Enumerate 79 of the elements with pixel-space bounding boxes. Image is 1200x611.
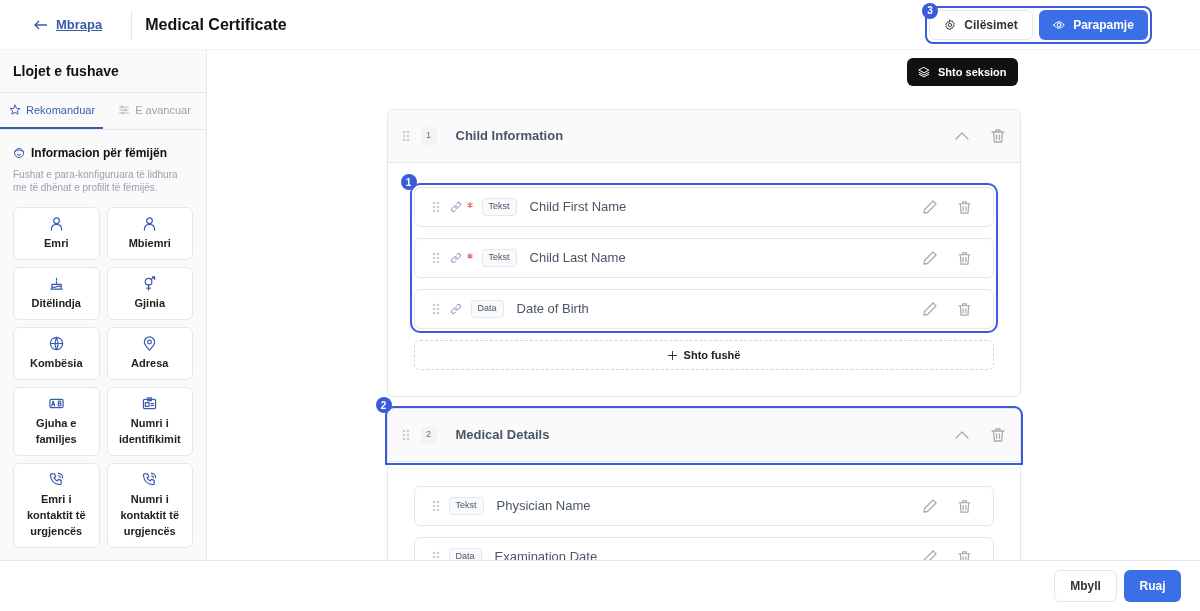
phone-icon [142, 472, 158, 487]
drag-handle-icon[interactable] [401, 429, 410, 441]
field-type-card[interactable]: Ditëlindja [13, 267, 100, 320]
step-number-badge: 2 [375, 397, 392, 413]
delete-icon [956, 199, 972, 215]
location-pin-icon [142, 336, 158, 351]
field-type-card[interactable]: Mbiemri [106, 207, 193, 260]
delete-icon [956, 301, 972, 317]
field-type-tag: Data [470, 300, 504, 318]
star-icon [9, 104, 21, 116]
delete-icon [989, 427, 1006, 443]
field-label: Child Last Name [529, 249, 627, 268]
field-type-card[interactable]: Numri i identifikimit [106, 387, 193, 456]
id-card-icon [142, 396, 158, 411]
field-type-card[interactable]: Gjuha e familjes [13, 387, 100, 456]
drag-handle-icon[interactable] [431, 500, 440, 512]
field-type-card[interactable]: Emri [13, 207, 100, 260]
field-type-tag: Tekst [448, 497, 484, 515]
field-label: Physician Name [496, 497, 592, 516]
globe-icon [48, 336, 64, 351]
add-section-button[interactable]: Shto seksion [907, 58, 1018, 86]
child-face-icon [13, 147, 25, 159]
section-number: 1 [420, 127, 437, 145]
field-type-tag: Tekst [481, 198, 517, 216]
field-type-card[interactable]: Emri i kontaktit të urgjencës [13, 463, 100, 548]
edit-icon [921, 199, 938, 215]
delete-icon [989, 128, 1006, 144]
group-title: Informacion për fëmijën [31, 145, 168, 162]
step-number-badge: 3 [922, 2, 938, 19]
edit-icon [921, 549, 938, 560]
add-field-button[interactable]: Shto fushë [413, 340, 994, 370]
save-button[interactable]: Ruaj [1124, 570, 1181, 602]
field-row[interactable]: Tekst Child Last Name [413, 238, 994, 278]
section-title: Medical Details [455, 426, 551, 445]
field-row[interactable]: Tekst Physician Name [413, 486, 994, 526]
section-header[interactable]: 1 Child Information [387, 110, 1020, 163]
sidebar-tab[interactable]: Rekomanduar [0, 93, 103, 129]
step-number-badge: 1 [400, 174, 417, 190]
sliders-icon [118, 104, 131, 116]
settings-icon [944, 18, 957, 31]
person-icon [142, 216, 158, 231]
section-number: 2 [420, 426, 437, 444]
field-type-card[interactable]: Adresa [106, 327, 193, 380]
plus-icon [666, 349, 678, 361]
field-type-tag: Tekst [481, 249, 517, 267]
field-type-card[interactable]: Gjinia [106, 267, 193, 320]
cake-icon [48, 276, 64, 291]
drag-handle-icon[interactable] [431, 303, 440, 315]
eye-icon [1053, 18, 1066, 31]
field-type-tag: Data [448, 548, 482, 560]
sidebar-title: Llojet e fushave [0, 50, 206, 93]
back-link[interactable]: Mbrapa [34, 14, 103, 35]
person-icon [48, 216, 64, 231]
field-row[interactable]: Data Date of Birth [413, 289, 994, 329]
drag-handle-icon[interactable] [431, 252, 440, 264]
language-card-icon [48, 396, 64, 411]
delete-icon [956, 250, 972, 266]
field-type-card[interactable]: Kombësia [13, 327, 100, 380]
drag-handle-icon[interactable] [431, 201, 440, 213]
drag-handle-icon[interactable] [401, 130, 410, 142]
edit-icon [921, 301, 938, 317]
back-arrow-icon [34, 19, 48, 30]
delete-icon [956, 498, 972, 514]
section-header[interactable]: 2 Medical Details [387, 409, 1020, 462]
field-label: Date of Birth [516, 300, 590, 319]
page-title: Medical Certificate [145, 14, 287, 35]
layers-icon [918, 66, 931, 78]
field-type-card[interactable]: Numri i kontaktit të urgjencës [106, 463, 193, 548]
preview-button[interactable]: Parapamje [1039, 9, 1148, 40]
delete-icon [956, 549, 972, 560]
phone-icon [48, 472, 64, 487]
group-description: Fushat e para-konfiguruara të lidhura me të dhënat e profilit të fëmijës. [13, 168, 179, 194]
gender-icon [142, 276, 158, 291]
edit-icon [921, 498, 938, 514]
edit-icon [921, 250, 938, 266]
field-row[interactable]: Tekst Child First Name [413, 187, 994, 227]
field-label: Child First Name [529, 198, 628, 217]
section-title: Child Information [455, 127, 565, 146]
close-button[interactable]: Mbyll [1054, 570, 1117, 602]
